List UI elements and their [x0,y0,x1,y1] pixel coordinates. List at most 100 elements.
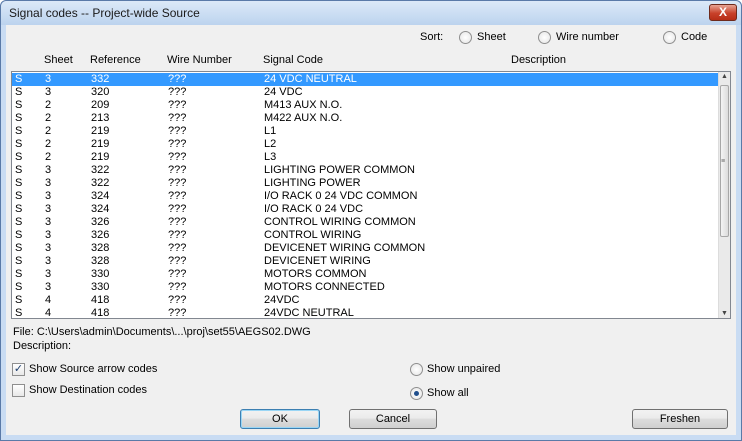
title-bar[interactable]: Signal codes -- Project-wide Source X [1,1,741,25]
cell-wire-number: ??? [168,307,187,319]
sort-wire-number-radio[interactable] [538,31,551,44]
table-row[interactable]: S 3 324??? I/O RACK 0 24 VDC COMMON [12,190,720,203]
cell-wire-number: ??? [168,281,187,293]
cell-source: S [15,294,23,306]
table-row[interactable]: S 3 320??? 24 VDC [12,86,720,99]
cell-source: S [15,307,23,319]
cell-reference: 328 [91,242,110,254]
table-row[interactable]: S 2 219??? L2 [12,138,720,151]
cell-signal-code: L1 [264,125,277,137]
cell-signal-code: LIGHTING POWER COMMON [264,164,415,176]
cell-reference: 322 [91,164,110,176]
cell-signal-code: L3 [264,151,277,163]
table-row[interactable]: S 3 324??? I/O RACK 0 24 VDC [12,203,720,216]
scroll-up-icon[interactable]: ▲ [721,73,728,80]
cell-signal-code: DEVICENET WIRING COMMON [264,242,426,254]
cell-source: S [15,242,23,254]
sort-code-label[interactable]: Code [681,31,707,43]
vertical-scrollbar[interactable]: ▲ ≡ ▼ [718,72,730,318]
cell-wire-number: ??? [168,125,187,137]
show-destination-checkbox[interactable] [12,384,25,397]
table-row[interactable]: S 3 328??? DEVICENET WIRING [12,255,720,268]
table-row[interactable]: S 3 326??? CONTROL WIRING [12,229,720,242]
cell-reference: 209 [91,99,110,111]
cell-source: S [15,268,23,280]
table-row[interactable]: S 2 213??? M422 AUX N.O. [12,112,720,125]
cell-reference: 219 [91,125,110,137]
cancel-button[interactable]: Cancel [349,409,437,429]
cell-reference: 330 [91,281,110,293]
column-header-signal-code[interactable]: Signal Code [263,54,323,66]
cell-wire-number: ??? [168,138,187,150]
cell-wire-number: ??? [168,86,187,98]
scroll-down-icon[interactable]: ▼ [721,310,728,317]
show-source-label[interactable]: Show Source arrow codes [29,363,157,375]
cell-reference: 326 [91,216,110,228]
cell-signal-code: CONTROL WIRING [264,229,362,241]
table-row[interactable]: S 2 219??? L3 [12,151,720,164]
cell-sheet: 2 [45,112,52,124]
cell-wire-number: ??? [168,203,187,215]
cell-source: S [15,73,23,85]
cell-signal-code: L2 [264,138,277,150]
table-row[interactable]: S 3 332??? 24 VDC NEUTRAL [12,73,720,86]
cell-sheet: 3 [45,203,52,215]
cell-source: S [15,125,23,137]
table-row[interactable]: S 3 330??? MOTORS CONNECTED [12,281,720,294]
table-row[interactable]: S 4 418??? 24VDC [12,294,720,307]
show-destination-label[interactable]: Show Destination codes [29,384,147,396]
table-row[interactable]: S 3 322??? LIGHTING POWER COMMON [12,164,720,177]
cell-sheet: 3 [45,255,52,267]
show-all-label[interactable]: Show all [427,387,469,399]
cell-reference: 219 [91,151,110,163]
dialog-window: Signal codes -- Project-wide Source X So… [0,0,742,441]
sort-sheet-label[interactable]: Sheet [477,31,506,43]
show-source-checkbox[interactable]: ✓ [12,363,25,376]
cell-reference: 418 [91,307,110,319]
cell-wire-number: ??? [168,151,187,163]
column-header-sheet[interactable]: Sheet [44,54,73,66]
table-row[interactable]: S 2 209??? M413 AUX N.O. [12,99,720,112]
column-header-description[interactable]: Description [511,54,566,66]
cell-sheet: 2 [45,125,52,137]
show-unpaired-label[interactable]: Show unpaired [427,363,500,375]
table-row[interactable]: S 4 418??? 24VDC NEUTRAL [12,307,720,319]
close-icon[interactable]: X [709,4,737,21]
show-all-radio[interactable] [410,387,423,400]
cell-reference: 324 [91,190,110,202]
sort-sheet-radio[interactable] [459,31,472,44]
cell-source: S [15,151,23,163]
show-unpaired-radio[interactable] [410,363,423,376]
table-row[interactable]: S 3 326??? CONTROL WIRING COMMON [12,216,720,229]
cell-signal-code: DEVICENET WIRING [264,255,371,267]
cell-wire-number: ??? [168,268,187,280]
cell-source: S [15,112,23,124]
cell-source: S [15,86,23,98]
table-row[interactable]: S 3 322??? LIGHTING POWER [12,177,720,190]
table-row[interactable]: S 2 219??? L1 [12,125,720,138]
column-header-wire-number[interactable]: Wire Number [167,54,232,66]
cell-sheet: 2 [45,99,52,111]
cell-reference: 322 [91,177,110,189]
cell-sheet: 3 [45,268,52,280]
table-row[interactable]: S 3 330??? MOTORS COMMON [12,268,720,281]
cell-wire-number: ??? [168,99,187,111]
table-row[interactable]: S 3 328??? DEVICENET WIRING COMMON [12,242,720,255]
column-header-reference[interactable]: Reference [90,54,141,66]
cell-signal-code: I/O RACK 0 24 VDC [264,203,364,215]
sort-code-radio[interactable] [663,31,676,44]
cell-source: S [15,216,23,228]
cell-sheet: 4 [45,294,52,306]
cell-wire-number: ??? [168,177,187,189]
ok-button[interactable]: OK [240,409,320,429]
cell-sheet: 3 [45,216,52,228]
cell-signal-code: M422 AUX N.O. [264,112,343,124]
freshen-button[interactable]: Freshen [632,409,728,429]
sort-label: Sort: [420,31,444,43]
signal-code-list[interactable]: S 3 332??? 24 VDC NEUTRAL S 3 320??? 24 VDC S 2 20… [11,71,731,319]
cell-wire-number: ??? [168,216,187,228]
cell-sheet: 3 [45,164,52,176]
cell-sheet: 4 [45,307,52,319]
cell-sheet: 3 [45,86,52,98]
sort-wire-number-label[interactable]: Wire number [556,31,619,43]
